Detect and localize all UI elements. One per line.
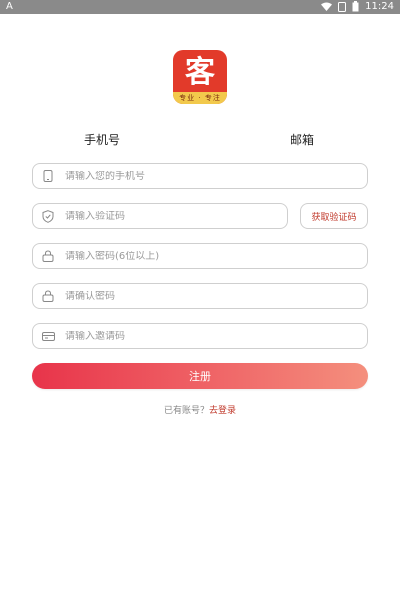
status-left-label: A xyxy=(6,1,13,12)
lock-icon xyxy=(41,289,55,303)
confirm-password-field[interactable] xyxy=(32,283,368,309)
login-prompt-text: 已有账号？ xyxy=(163,406,209,416)
password-input[interactable] xyxy=(65,250,367,262)
phone-icon xyxy=(41,169,55,183)
logo-glyph: 客 xyxy=(185,55,215,90)
get-code-button[interactable]: 获取验证码 xyxy=(300,203,368,229)
tab-phone[interactable]: 手机号 xyxy=(84,131,120,148)
invite-code-field[interactable] xyxy=(32,323,368,349)
wifi-icon xyxy=(321,2,333,11)
status-time: 11:24 xyxy=(365,1,394,12)
tab-email[interactable]: 邮箱 xyxy=(290,131,314,148)
shield-icon xyxy=(41,209,55,223)
register-button[interactable]: 注册 xyxy=(32,363,368,389)
code-field[interactable] xyxy=(32,203,288,229)
ticket-icon xyxy=(41,329,55,343)
phone-field[interactable] xyxy=(32,163,368,189)
invite-code-input[interactable] xyxy=(65,330,367,342)
login-prompt: 已有账号？去登录 xyxy=(0,403,400,416)
login-link[interactable]: 去登录 xyxy=(209,406,236,416)
sim-icon xyxy=(338,1,347,12)
battery-icon xyxy=(352,1,359,12)
code-input[interactable] xyxy=(65,210,287,222)
lock-icon xyxy=(41,249,55,263)
confirm-password-input[interactable] xyxy=(65,290,367,302)
status-bar: A 11:24 xyxy=(0,0,400,14)
app-logo: 客 专业 · 专注 xyxy=(173,50,227,104)
password-field[interactable] xyxy=(32,243,368,269)
logo-band-text: 专业 · 专注 xyxy=(173,92,227,104)
phone-input[interactable] xyxy=(65,170,367,182)
status-right-group: 11:24 xyxy=(321,1,394,12)
